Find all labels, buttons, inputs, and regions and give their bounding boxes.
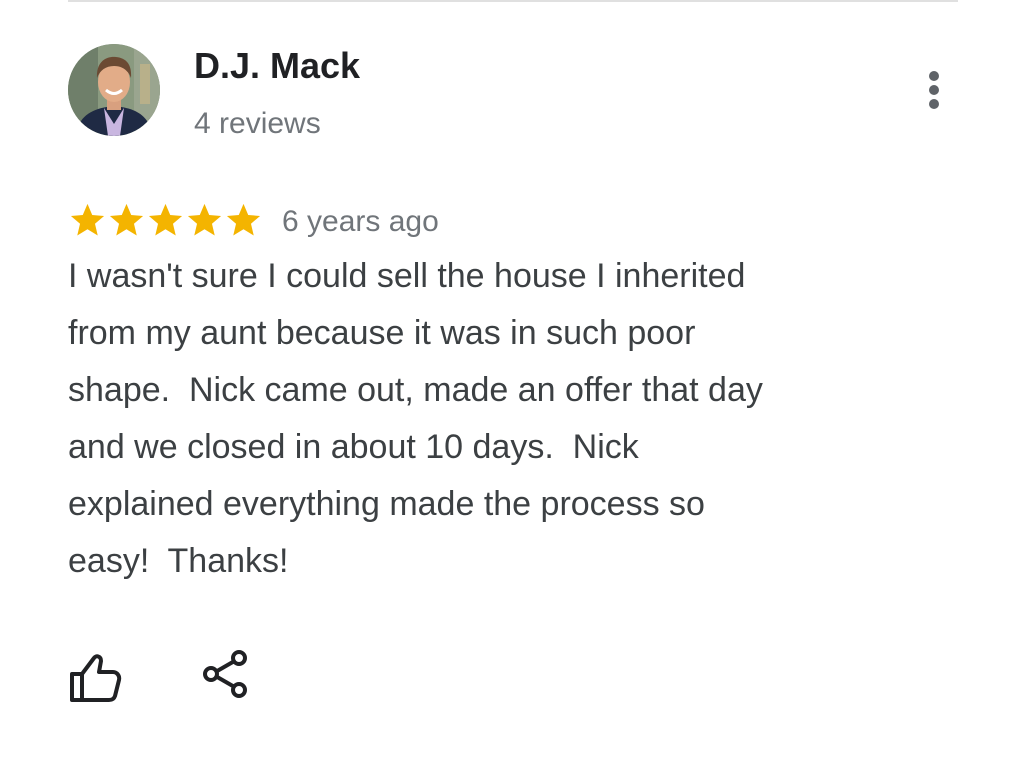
reviewer-photo [68, 44, 160, 136]
review-text: I wasn't sure I could sell the house I i… [68, 257, 763, 580]
share-icon [203, 650, 247, 698]
thumb-up-icon [70, 654, 122, 702]
star-rating [68, 198, 263, 242]
like-button[interactable] [66, 652, 122, 704]
review-count[interactable]: 4 reviews [194, 106, 321, 142]
more-vert-icon [929, 71, 939, 109]
star-icon [70, 203, 105, 235]
star-icon [226, 203, 261, 235]
share-button[interactable] [200, 648, 252, 700]
star-icon [187, 203, 222, 235]
reviewer-name[interactable]: D.J. Mack [194, 44, 360, 88]
more-options-button[interactable] [912, 66, 956, 114]
avatar[interactable] [68, 44, 160, 136]
review-date: 6 years ago [282, 205, 439, 238]
star-icon [109, 203, 144, 235]
star-icon [148, 203, 183, 235]
top-divider [68, 0, 958, 2]
